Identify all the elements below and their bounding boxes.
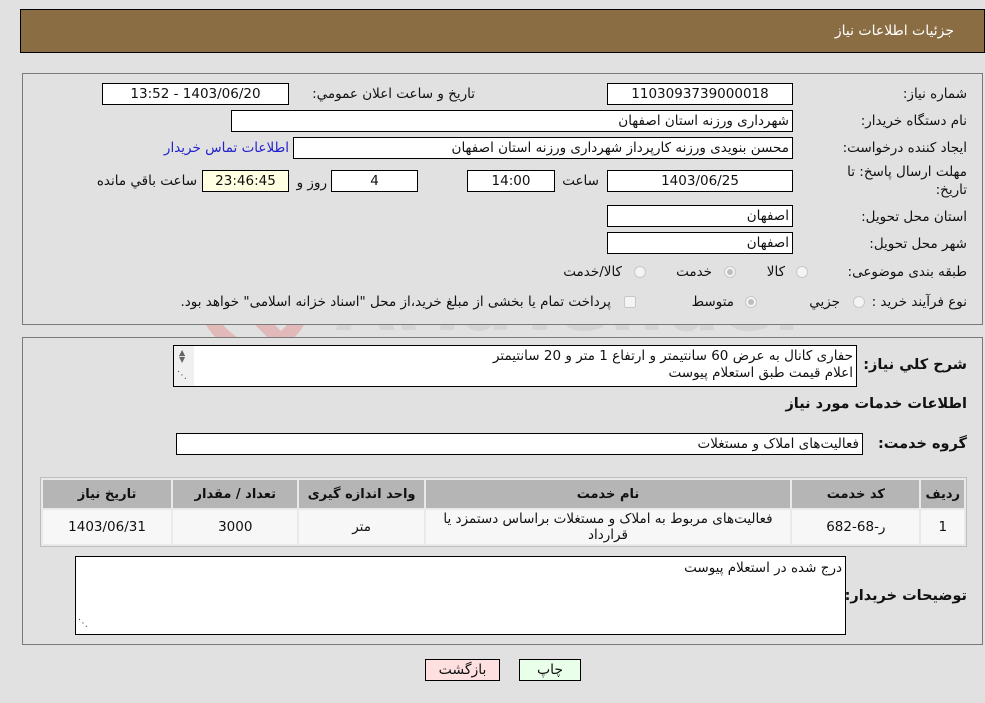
category-option-service: خدمت bbox=[676, 264, 712, 280]
delivery-city-field: اصفهان bbox=[607, 232, 793, 254]
cell-service-code: ر-68-682 bbox=[792, 510, 920, 544]
need-number-label: شماره نیاز: bbox=[902, 86, 967, 102]
cell-row-number: 1 bbox=[921, 510, 964, 544]
announce-datetime-label: تاریخ و ساعت اعلان عمومي: bbox=[312, 86, 475, 102]
col-need-date: تاریخ نیاز bbox=[43, 480, 172, 508]
table-row: 1 ر-68-682 فعالیت‌های مربوط به املاک و م… bbox=[43, 510, 964, 544]
service-group-label: گروه خدمت: bbox=[877, 436, 967, 452]
resize-grip-icon[interactable]: ⋰ bbox=[177, 367, 187, 385]
delivery-province-field: اصفهان bbox=[607, 205, 793, 227]
services-section-title: اطلاعات خدمات مورد نیاز bbox=[785, 396, 967, 412]
col-service-name: نام خدمت bbox=[425, 480, 791, 508]
deadline-time-label: ساعت bbox=[562, 173, 599, 189]
page-title: جزئیات اطلاعات نیاز bbox=[834, 23, 954, 39]
days-remaining-field: 4 bbox=[331, 170, 418, 192]
col-unit: واحد اندازه گیری bbox=[299, 480, 424, 508]
cell-unit: متر bbox=[299, 510, 424, 544]
category-label: طبقه بندی موضوعی: bbox=[847, 264, 967, 280]
cell-need-date: 1403/06/31 bbox=[43, 510, 172, 544]
delivery-city-label: شهر محل تحویل: bbox=[869, 236, 967, 252]
category-option-goods: کالا bbox=[766, 264, 785, 280]
print-button[interactable]: چاپ bbox=[519, 659, 581, 681]
purchase-option-medium: متوسط bbox=[691, 294, 734, 310]
purchase-radio-minor[interactable] bbox=[853, 296, 865, 308]
buyer-notes-text: درج شده در استعلام پیوست bbox=[684, 560, 842, 576]
buyer-notes-textarea[interactable]: درج شده در استعلام پیوست ⋰ bbox=[75, 556, 846, 635]
deadline-label: مهلت ارسال پاسخ: تا bbox=[847, 164, 967, 180]
cell-service-name: فعالیت‌های مربوط به املاک و مستغلات براس… bbox=[425, 510, 791, 544]
service-group-field: فعالیت‌های املاک و مستغلات bbox=[176, 433, 863, 455]
description-line-2: اعلام قیمت طبق استعلام پیوست bbox=[668, 365, 854, 381]
buyer-org-field: شهرداری ورزنه استان اصفهان bbox=[231, 110, 793, 132]
category-radio-goods[interactable] bbox=[796, 266, 808, 278]
col-quantity: تعداد / مقدار bbox=[173, 480, 298, 508]
services-table: ردیف کد خدمت نام خدمت واحد اندازه گیری ت… bbox=[40, 477, 967, 547]
page-header: جزئیات اطلاعات نیاز bbox=[20, 9, 985, 53]
time-remaining-label: ساعت باقي مانده bbox=[96, 173, 197, 189]
announce-datetime-field: 1403/06/20 - 13:52 bbox=[102, 83, 289, 105]
description-textarea[interactable]: حفاری کانال به عرض 60 سانتیمتر و ارتفاع … bbox=[173, 345, 857, 387]
back-button[interactable]: بازگشت bbox=[425, 659, 500, 681]
requester-label: ایجاد کننده درخواست: bbox=[842, 140, 967, 156]
deadline-date-field: 1403/06/25 bbox=[607, 170, 793, 192]
need-number-field: 1103093739000018 bbox=[607, 83, 793, 105]
treasury-note: پرداخت تمام یا بخشی از مبلغ خرید،از محل … bbox=[180, 294, 611, 310]
scroll-arrows-icon: ▲ ▼ bbox=[179, 348, 186, 364]
description-scrollbar[interactable]: ▲ ▼ ⋰ bbox=[174, 346, 194, 386]
category-radio-service[interactable] bbox=[724, 266, 736, 278]
category-radio-goods-service[interactable] bbox=[634, 266, 646, 278]
buyer-org-label: نام دستگاه خریدار: bbox=[860, 113, 967, 129]
requester-field: محسن بنویدی ورزنه کارپرداز شهرداری ورزنه… bbox=[293, 137, 793, 159]
deadline-time-field: 14:00 bbox=[467, 170, 555, 192]
treasury-checkbox[interactable] bbox=[624, 296, 636, 308]
purchase-option-minor: جزيي bbox=[809, 294, 840, 310]
col-row-number: ردیف bbox=[921, 480, 964, 508]
deadline-label-line2: تاریخ: bbox=[935, 182, 967, 198]
purchase-type-label: نوع فرآیند خرید : bbox=[871, 294, 967, 310]
time-remaining-field: 23:46:45 bbox=[202, 170, 289, 192]
table-header-row: ردیف کد خدمت نام خدمت واحد اندازه گیری ت… bbox=[43, 480, 964, 508]
purchase-radio-medium[interactable] bbox=[745, 296, 757, 308]
cell-quantity: 3000 bbox=[173, 510, 298, 544]
delivery-province-label: استان محل تحویل: bbox=[861, 209, 967, 225]
buyer-contact-link[interactable]: اطلاعات تماس خریدار bbox=[164, 140, 289, 156]
description-label: شرح كلي نياز: bbox=[863, 357, 967, 373]
buyer-notes-label: توضیحات خریدار: bbox=[844, 588, 967, 604]
category-option-goods-service: کالا/خدمت bbox=[563, 264, 622, 280]
resize-grip-icon[interactable]: ⋰ bbox=[78, 615, 88, 633]
col-service-code: کد خدمت bbox=[792, 480, 920, 508]
days-label: روز و bbox=[296, 175, 327, 191]
description-line-1: حفاری کانال به عرض 60 سانتیمتر و ارتفاع … bbox=[492, 348, 853, 364]
